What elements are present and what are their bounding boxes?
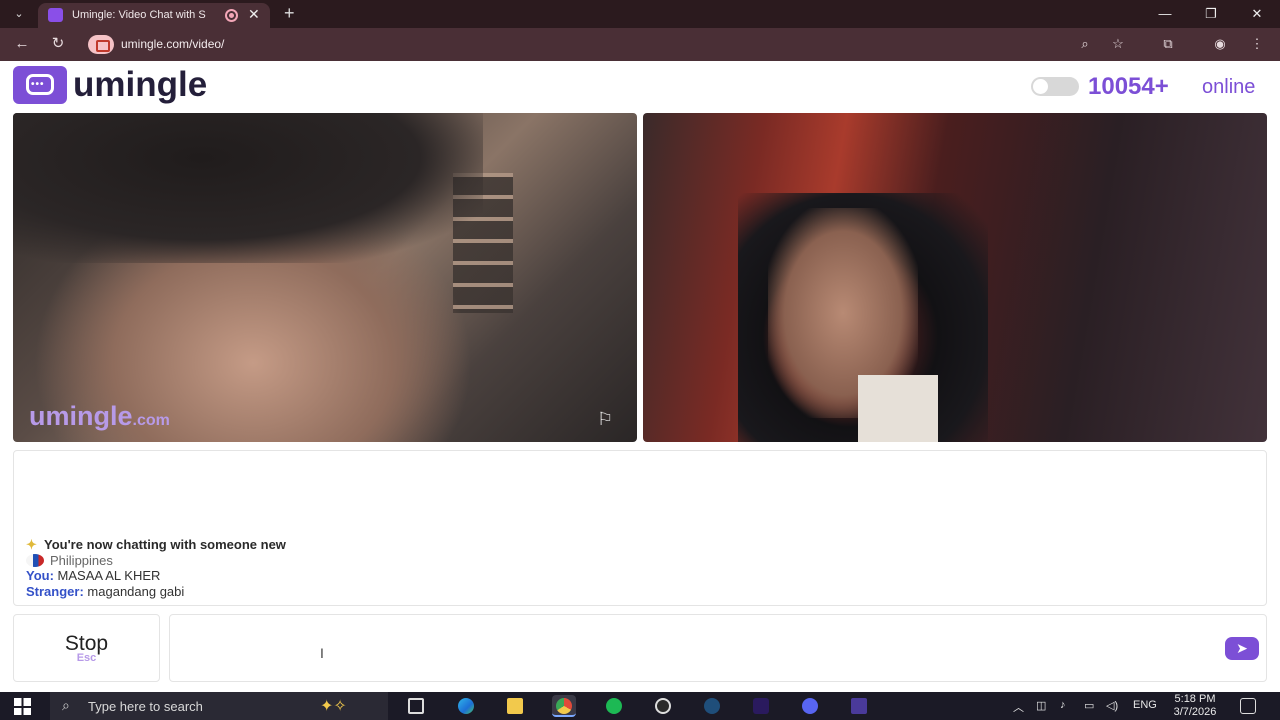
notification-icon[interactable] (1240, 698, 1256, 714)
tab-title: Umingle: Video Chat with S (72, 9, 206, 21)
restore-button[interactable]: ❐ (1188, 0, 1234, 28)
video-watermark: umingle.com (29, 401, 170, 431)
zoom-icon[interactable]: ⌕ (1076, 35, 1094, 53)
chat-message-stranger: Stranger: magandang gabi (26, 584, 185, 599)
online-count: 10054+ (1088, 73, 1169, 100)
tab-search-icon[interactable]: ⌄ (8, 4, 30, 24)
send-button[interactable]: ➤ (1225, 637, 1259, 660)
philippines-flag-icon (26, 554, 44, 567)
microphone-icon[interactable]: ♪ (1060, 699, 1066, 711)
camera-permission-icon[interactable] (88, 35, 114, 54)
back-arrow-icon[interactable]: ← (12, 34, 32, 54)
extensions-icon[interactable]: ⧉ (1159, 35, 1177, 53)
recording-indicator-icon (225, 9, 238, 22)
windows-taskbar: ⌕ Type here to search ✦✧ ︿ ◫ ♪ ▭ ◁) ENG … (0, 692, 1280, 720)
meet-now-icon[interactable]: ◫ (1036, 699, 1046, 712)
spotify-icon[interactable] (602, 695, 626, 717)
network-icon[interactable]: ▭ (1084, 699, 1094, 712)
country-line: Philippines (26, 553, 113, 568)
volume-icon[interactable]: ◁) (1106, 699, 1118, 712)
show-hidden-icons-icon[interactable]: ︿ (1013, 699, 1024, 715)
premiere-icon[interactable] (749, 695, 773, 717)
address-bar[interactable]: umingle.com/video/ (84, 31, 1144, 58)
stranger-video: umingle.com ⚐ (13, 113, 637, 442)
message-input[interactable]: I ➤ (169, 614, 1267, 682)
system-message: ✦ You're now chatting with someone new (26, 537, 286, 552)
taskbar-clock[interactable]: 5:18 PM 3/7/2026 (1170, 693, 1220, 719)
steam-icon[interactable] (700, 695, 724, 717)
window-controls: — ❐ ✕ (1142, 0, 1280, 28)
close-tab-icon[interactable]: ✕ (248, 6, 260, 23)
theme-toggle[interactable] (1031, 77, 1079, 96)
umingle-favicon-icon (48, 8, 63, 22)
stop-shortcut-hint: Esc (76, 652, 97, 664)
edge-icon[interactable] (454, 695, 478, 717)
logo-text[interactable]: umingle (73, 65, 207, 105)
close-window-button[interactable]: ✕ (1234, 0, 1280, 28)
profile-avatar-icon[interactable]: ◉ (1211, 35, 1229, 53)
text-cursor-icon: I (320, 645, 324, 661)
minimize-button[interactable]: — (1142, 0, 1188, 28)
report-flag-icon[interactable]: ⚐ (597, 409, 621, 429)
chrome-icon[interactable] (552, 695, 576, 717)
clock-time: 5:18 PM (1174, 693, 1216, 705)
browser-tab[interactable]: Umingle: Video Chat with S ✕ (38, 3, 270, 28)
stop-button[interactable]: Stop Esc (13, 614, 160, 682)
taskbar-search[interactable]: ⌕ Type here to search ✦✧ (50, 692, 388, 720)
chat-log[interactable]: ✦ You're now chatting with someone new Ph… (13, 450, 1267, 606)
search-icon: ⌕ (62, 697, 70, 713)
umingle-logo-icon[interactable]: ••• (13, 66, 67, 104)
task-view-icon[interactable] (404, 695, 428, 717)
browser-tab-bar: ⌄ Umingle: Video Chat with S ✕ + — ❐ ✕ (0, 0, 1280, 28)
browser-toolbar: ← ↻ umingle.com/video/ ⌕ ☆ ⧉ ◉ ⋮ (0, 28, 1280, 61)
clock-date: 3/7/2026 (1173, 706, 1217, 718)
bookmark-star-icon[interactable]: ☆ (1109, 35, 1127, 53)
online-label: online (1202, 76, 1256, 98)
chat-message-you: You: MASAA AL KHER (26, 568, 161, 583)
browser-menu-icon[interactable]: ⋮ (1248, 35, 1266, 53)
search-placeholder: Type here to search (88, 699, 203, 714)
copilot-sparkle-icon: ✦✧ (320, 698, 347, 715)
file-explorer-icon[interactable] (503, 695, 527, 717)
language-indicator[interactable]: ENG (1133, 699, 1157, 711)
nfs-game-icon[interactable] (847, 695, 871, 717)
obs-icon[interactable] (651, 695, 675, 717)
self-video (643, 113, 1267, 442)
sparkle-icon: ✦ (26, 537, 37, 552)
new-tab-button[interactable]: + (284, 3, 295, 24)
discord-icon[interactable] (798, 695, 822, 717)
umingle-page: ••• umingle 10054+ online umingle.com ⚐ … (0, 61, 1280, 692)
reload-icon[interactable]: ↻ (48, 34, 68, 54)
url-text: umingle.com/video/ (121, 37, 225, 51)
windows-start-icon[interactable] (14, 698, 31, 715)
toggle-knob (1033, 79, 1048, 94)
